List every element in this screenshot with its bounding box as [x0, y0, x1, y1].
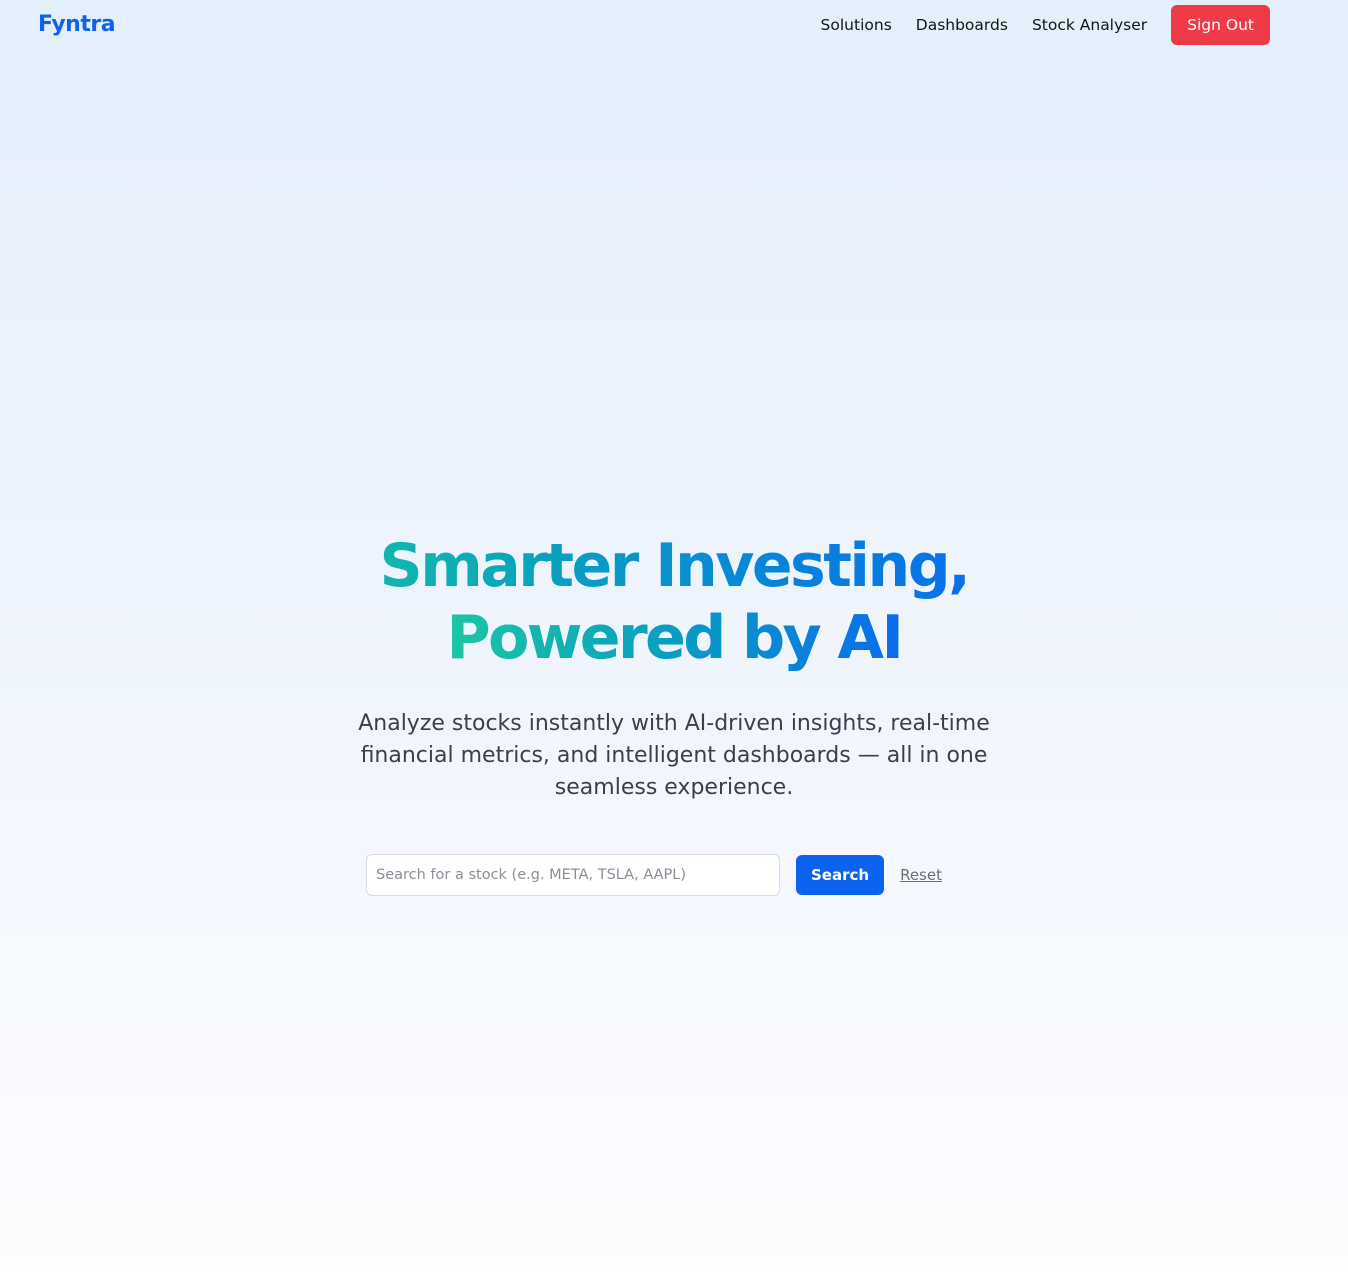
search-button[interactable]: Search: [796, 855, 885, 895]
nav-link-stock-analyser[interactable]: Stock Analyser: [1032, 16, 1147, 34]
nav-link-solutions[interactable]: Solutions: [821, 16, 892, 34]
nav-links: Solutions Dashboards Stock Analyser Sign…: [821, 5, 1270, 45]
hero-title-line-2: Powered by AI: [446, 603, 904, 673]
hero-subtitle: Analyze stocks instantly with AI-driven …: [358, 711, 990, 800]
top-navbar: Fyntra Solutions Dashboards Stock Analys…: [0, 0, 1348, 50]
nav-link-dashboards[interactable]: Dashboards: [916, 16, 1008, 34]
hero-title-line-1: Smarter Investing,: [379, 531, 969, 601]
sign-out-button[interactable]: Sign Out: [1171, 5, 1270, 45]
brand-logo[interactable]: Fyntra: [38, 10, 116, 40]
hero-section: Smarter Investing, Powered by AI Analyze…: [0, 530, 1348, 804]
stock-search-bar: Search Reset: [366, 854, 942, 896]
hero-title: Smarter Investing, Powered by AI: [224, 530, 1124, 674]
stock-search-input[interactable]: [366, 854, 780, 896]
reset-link[interactable]: Reset: [900, 866, 942, 884]
